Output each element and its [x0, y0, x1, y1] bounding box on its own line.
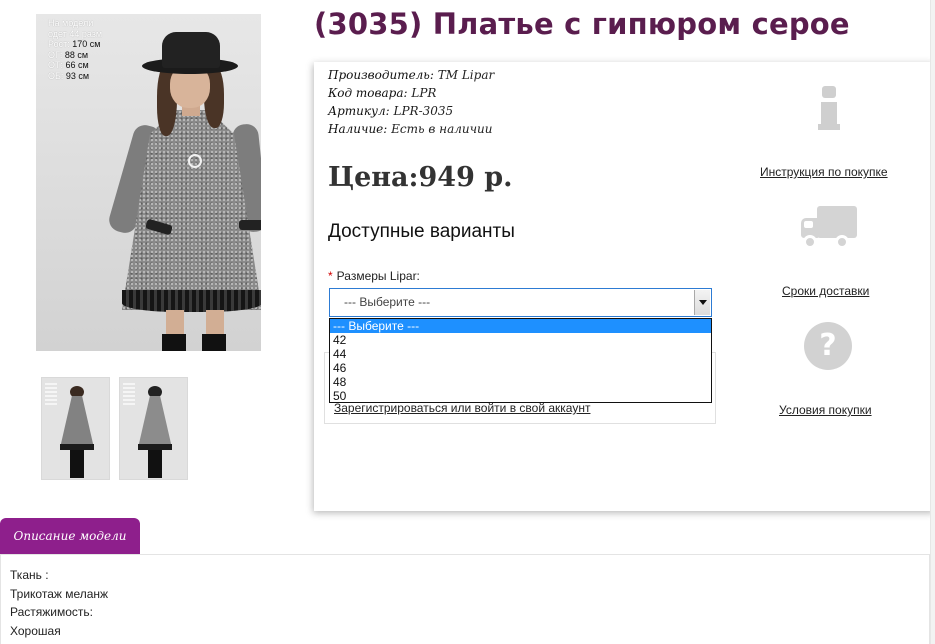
info-icon[interactable] [818, 86, 840, 130]
photo-lace-hem [122, 290, 261, 312]
options-title: Доступные варианты [328, 221, 515, 242]
thumbnail-text-mark [45, 383, 57, 405]
spec-product-code: Код товара: LPR [328, 86, 437, 100]
product-thumbnail-2[interactable] [119, 377, 188, 480]
description-panel: Ткань : Трикотаж меланж Растяжимость: Хо… [0, 554, 930, 644]
thumbnail-legs [70, 450, 84, 478]
size-select[interactable]: --- Выберите --- [329, 288, 712, 317]
size-option[interactable]: 46 [330, 361, 711, 375]
thumbnail-legs [148, 450, 162, 478]
description-line: Растяжимость: [10, 605, 94, 619]
terms-link[interactable]: Условия покупки [779, 403, 872, 417]
product-thumbnail-1[interactable] [41, 377, 110, 480]
spec-availability: Наличие: Есть в наличии [328, 122, 493, 136]
spec-manufacturer: Производитель: TM Lipar [328, 68, 495, 82]
required-mark: * [328, 269, 333, 283]
description-line: Ткань : [10, 568, 49, 582]
photo-lace-cuff-right [239, 220, 261, 230]
size-option[interactable]: 48 [330, 375, 711, 389]
thumbnail-text-mark [123, 383, 135, 405]
description-line: Трикотаж меланж [10, 587, 109, 601]
chevron-down-icon[interactable] [694, 290, 710, 315]
size-dropdown-list[interactable]: --- Выберите --- 42 44 46 48 50 [329, 318, 712, 403]
product-info-panel: Производитель: TM Lipar Код товара: LPR … [314, 62, 935, 511]
product-price: Цена:949 р. [328, 162, 513, 193]
size-select-value: --- Выберите --- [344, 295, 431, 309]
truck-icon[interactable] [801, 206, 857, 252]
description-line: Хорошая [10, 624, 61, 638]
photo-hat-crown [162, 32, 220, 68]
photo-boot-left [162, 334, 186, 351]
product-main-photo[interactable]: На модели одет 44 разм Рост: 170 см ОГ: … [36, 14, 261, 351]
size-label: * Размеры Lipar: [328, 269, 420, 283]
photo-necklace [188, 154, 202, 168]
photo-boot-right [202, 334, 226, 351]
question-icon[interactable]: ? [804, 322, 852, 370]
size-option[interactable]: 44 [330, 347, 711, 361]
thumbnail-dress [60, 396, 94, 448]
thumbnail-dress [138, 396, 172, 448]
tab-description[interactable]: Описание модели [0, 518, 140, 554]
size-option[interactable]: 42 [330, 333, 711, 347]
instructions-link[interactable]: Инструкция по покупке [760, 165, 888, 179]
spec-article: Артикул: LPR-3035 [328, 104, 454, 118]
model-info: На модели одет 44 разм Рост: 170 см ОГ: … [48, 18, 103, 81]
page-title: (3035) Платье с гипюром серое [314, 7, 850, 41]
login-link[interactable]: Зарегистрироваться или войти в свой акка… [334, 401, 590, 415]
delivery-link[interactable]: Сроки доставки [782, 284, 869, 298]
size-option[interactable]: --- Выберите --- [330, 319, 711, 333]
page-scrollbar[interactable] [930, 0, 935, 644]
size-option[interactable]: 50 [330, 389, 711, 403]
